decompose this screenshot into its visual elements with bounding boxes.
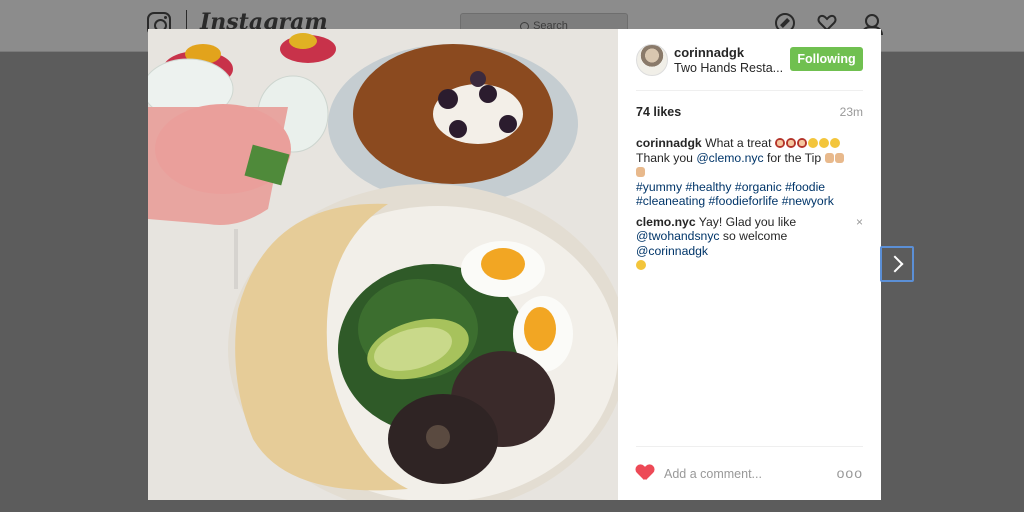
thumbs-up-emoji-icon: [824, 152, 834, 163]
following-button[interactable]: Following: [790, 47, 863, 71]
comment-item: clemo.nyc Yay! Glad you like @twohandsny…: [636, 215, 863, 273]
comment-text: What a treat: [705, 136, 772, 150]
hashtag-link[interactable]: #foodieforlife: [709, 194, 779, 208]
mention-link[interactable]: @twohandsnyc: [636, 229, 720, 243]
girl-emoji-icon: [774, 138, 785, 148]
mention-link[interactable]: @clemo.nyc: [696, 151, 763, 165]
smile-emoji-icon: [807, 138, 818, 148]
next-post-chevron-icon[interactable]: [880, 246, 914, 282]
hashtag-link[interactable]: #organic: [735, 180, 782, 194]
post-modal: corinnadgk Two Hands Resta... Following …: [148, 29, 881, 500]
post-location[interactable]: Two Hands Resta...: [674, 61, 783, 75]
hashtag-link[interactable]: #newyork: [782, 194, 834, 208]
smile-emoji-icon: [829, 138, 840, 148]
post-photo[interactable]: [148, 29, 618, 500]
thumbs-up-emoji-icon: [636, 167, 645, 177]
comment-username[interactable]: corinnadgk: [636, 136, 702, 150]
comment-text: Yay! Glad you like: [698, 214, 797, 229]
girl-emoji-icon: [796, 138, 807, 148]
comment-text: for the Tip: [766, 150, 822, 165]
smile-emoji-icon: [636, 260, 646, 270]
smile-emoji-icon: [818, 138, 829, 148]
likes-count[interactable]: 74 likes: [636, 105, 681, 119]
post-timestamp[interactable]: 23m: [840, 105, 863, 119]
hashtag-link[interactable]: #healthy: [685, 180, 731, 194]
comments-list: corinnadgk What a treat Thank you @clemo…: [636, 136, 863, 279]
like-heart-icon[interactable]: [636, 465, 654, 481]
post-header: corinnadgk Two Hands Resta... Following: [636, 44, 863, 76]
comment-text: so welcome: [722, 229, 788, 243]
hashtag-link[interactable]: #yummy: [636, 180, 682, 194]
mention-link[interactable]: @corinnadgk: [636, 244, 708, 258]
divider: [636, 90, 863, 91]
comment-username[interactable]: clemo.nyc: [636, 215, 696, 229]
divider: [636, 446, 863, 447]
hashtag-link[interactable]: #cleaneating: [636, 194, 705, 208]
more-options-button[interactable]: ooo: [837, 465, 863, 481]
post-details-panel: corinnadgk Two Hands Resta... Following …: [618, 29, 881, 500]
avatar[interactable]: [636, 44, 668, 76]
add-comment-input[interactable]: [664, 465, 834, 483]
comment-text: Thank you: [636, 150, 693, 165]
hashtag-link[interactable]: #foodie: [785, 180, 825, 194]
comment-item: corinnadgk What a treat Thank you @clemo…: [636, 136, 863, 209]
thumbs-up-emoji-icon: [834, 152, 844, 163]
post-username[interactable]: corinnadgk: [674, 45, 744, 60]
delete-comment-close-icon[interactable]: ×: [856, 215, 863, 230]
girl-emoji-icon: [785, 138, 796, 148]
